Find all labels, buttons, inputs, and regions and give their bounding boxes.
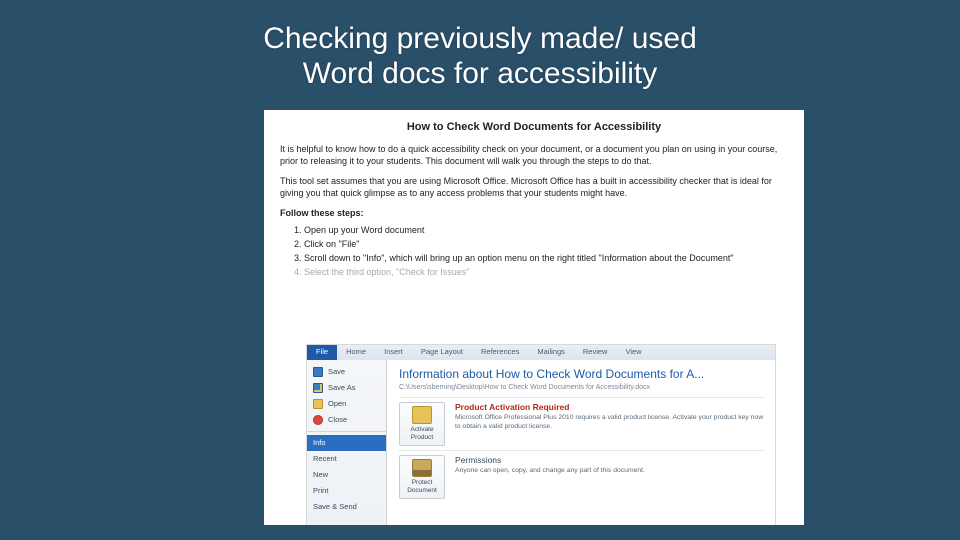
sidebar-item-recent[interactable]: Recent [307,451,386,467]
slide-title: Checking previously made/ used Word docs… [0,0,960,91]
activate-product-button[interactable]: Activate Product [399,402,445,446]
sidebar-item-save-send[interactable]: Save & Send [307,499,386,515]
doc-heading: How to Check Word Documents for Accessib… [280,120,788,135]
sidebar-item-open[interactable]: Open [307,396,386,412]
save-as-icon [313,383,323,393]
tab-mailings[interactable]: Mailings [528,345,574,360]
backstage-main: Information about How to Check Word Docu… [387,360,775,525]
permissions-row: Protect Document Permissions Anyone can … [399,450,765,503]
title-line-2: Word docs for accessibility [303,57,658,90]
activation-row: Activate Product Product Activation Requ… [399,397,765,450]
permissions-heading: Permissions [455,455,765,466]
activation-body: Microsoft Office Professional Plus 2010 … [455,414,765,431]
doc-step-2: Click on "File" [304,238,788,250]
lock-icon [412,459,432,477]
save-icon [313,367,323,377]
sidebar-divider [307,431,386,432]
close-icon [313,415,323,425]
sidebar-item-save[interactable]: Save [307,364,386,380]
sidebar-item-print[interactable]: Print [307,483,386,499]
backstage-sidebar: Save Save As Open Close Info Recent New … [307,360,387,525]
sidebar-item-close[interactable]: Close [307,412,386,428]
doc-paragraph-1: It is helpful to know how to do a quick … [280,143,788,167]
activation-heading: Product Activation Required [455,402,765,413]
ribbon-tabs: File Home Insert Page Layout References … [307,345,775,360]
doc-steps: Open up your Word document Click on "Fil… [280,224,788,279]
permissions-body: Anyone can open, copy, and change any pa… [455,467,765,475]
doc-step-3: Scroll down to "Info", which will bring … [304,252,788,264]
info-path: C:\Users\sberning\Desktop\How to Check W… [399,383,765,392]
info-title: Information about How to Check Word Docu… [399,366,765,382]
word-backstage-screenshot: File Home Insert Page Layout References … [306,344,776,525]
tab-file[interactable]: File [307,345,337,360]
tab-home[interactable]: Home [337,345,375,360]
tab-references[interactable]: References [472,345,528,360]
key-icon [412,406,432,424]
doc-paragraph-2: This tool set assumes that you are using… [280,175,788,199]
title-line-1: Checking previously made/ used [263,22,697,55]
protect-document-button[interactable]: Protect Document [399,455,445,499]
sidebar-item-new[interactable]: New [307,467,386,483]
sidebar-item-info[interactable]: Info [307,435,386,451]
tab-page-layout[interactable]: Page Layout [412,345,472,360]
document-panel: How to Check Word Documents for Accessib… [264,110,804,525]
doc-follow-label: Follow these steps: [280,207,788,219]
doc-step-4: Select the third option, "Check for Issu… [304,266,788,278]
tab-review[interactable]: Review [574,345,617,360]
tab-view[interactable]: View [616,345,650,360]
sidebar-item-save-as[interactable]: Save As [307,380,386,396]
doc-step-1: Open up your Word document [304,224,788,236]
tab-insert[interactable]: Insert [375,345,412,360]
open-icon [313,399,323,409]
